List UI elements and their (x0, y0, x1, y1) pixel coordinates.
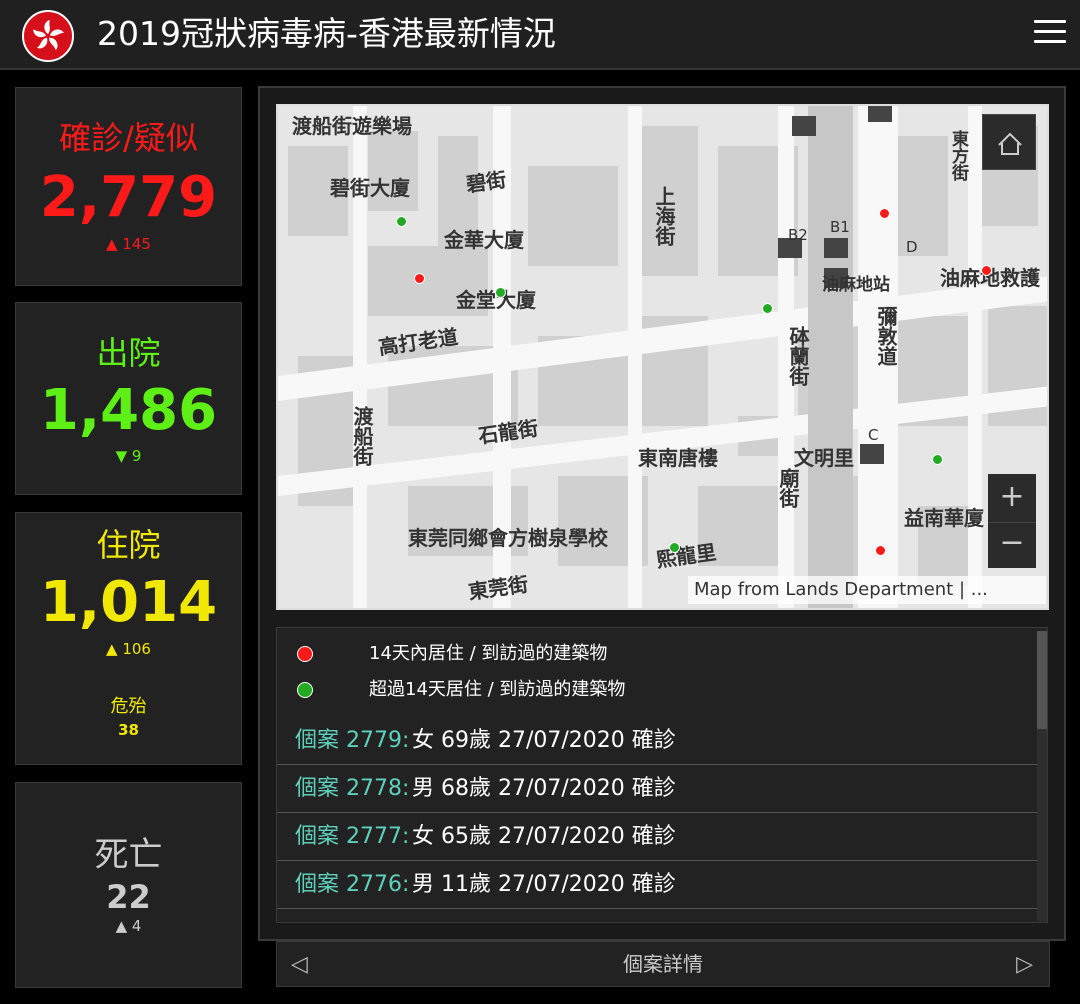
case-info: 男 11歲 27/07/2020 確診 (412, 872, 676, 897)
map-marker[interactable] (879, 208, 890, 219)
home-button[interactable] (982, 114, 1036, 170)
case-row[interactable]: 個案 2778: 男 68歲 27/07/2020 確診 (277, 766, 1037, 813)
discharged-delta: ▼ 9 (115, 447, 142, 465)
map-label: 金華大廈 (444, 228, 524, 252)
zoom-in-button[interactable]: + (988, 474, 1036, 522)
hospitalised-card: 住院 1,014 ▲ 106 危殆 38 (15, 512, 242, 765)
next-arrow-icon[interactable]: ▷ (1016, 952, 1033, 977)
zoom-out-button[interactable]: − (988, 522, 1036, 568)
app-header: 2019冠狀病毒病-香港最新情況 (0, 0, 1080, 70)
legend-text: 14天內居住 / 到訪過的建築物 (369, 643, 608, 664)
list-scroll-thumb[interactable] (1037, 631, 1047, 729)
legend-item: 超過14天居住 / 到訪過的建築物 (277, 676, 1037, 706)
map-view[interactable]: 渡船街遊樂場 碧街大廈 碧街 金華大廈 金堂大廈 高打老道 石龍街 渡船街 東南… (276, 104, 1049, 610)
case-number: 個案 2778: (295, 776, 410, 801)
map-label: 文明里 (794, 446, 854, 470)
deaths-label: 死亡 (94, 835, 163, 875)
map-marker[interactable] (875, 545, 886, 556)
map-label: 東莞同鄉會方樹泉學校 (408, 526, 608, 550)
map-label: 砵蘭街 (786, 326, 810, 386)
hospitalised-value: 1,014 (39, 570, 218, 635)
map-marker[interactable] (981, 265, 992, 276)
map-label: B2 (788, 226, 808, 244)
map-label: B1 (830, 218, 850, 236)
case-number: 個案 2779: (295, 728, 410, 753)
map-marker[interactable] (932, 454, 943, 465)
confirmed-delta: ▲ 145 (106, 235, 151, 253)
deaths-value: 22 (106, 878, 151, 916)
map-label: D (906, 238, 918, 256)
map-label: 益南華廈 (904, 506, 984, 530)
map-marker[interactable] (396, 216, 407, 227)
discharged-card: 出院 1,486 ▼ 9 (15, 302, 242, 495)
case-number: 個案 2777: (295, 824, 410, 849)
map-marker[interactable] (495, 287, 506, 298)
map-label: 碧街大廈 (330, 176, 410, 200)
attribution[interactable]: Map from Lands Department | ... (688, 576, 1046, 604)
legend-item: 14天內居住 / 到訪過的建築物 (277, 640, 1037, 670)
map-label: 廟街 (776, 468, 800, 508)
home-icon (998, 132, 1022, 155)
confirmed-label: 確診/疑似 (59, 119, 198, 157)
map-marker[interactable] (762, 303, 773, 314)
discharged-value: 1,486 (39, 378, 218, 443)
deaths-delta: ▲ 4 (115, 917, 142, 935)
case-row[interactable]: 個案 2777: 女 65歲 27/07/2020 確診 (277, 814, 1037, 861)
confirmed-value: 2,779 (39, 165, 218, 230)
map-label: 油麻地站 (822, 275, 890, 295)
case-row[interactable]: 個案 2779: 女 69歲 27/07/2020 確診 (277, 718, 1037, 765)
case-details-title: 個案詳情 (623, 952, 703, 976)
map-marker[interactable] (669, 542, 680, 553)
green-marker-icon (297, 682, 313, 698)
confirmed-card: 確診/疑似 2,779 ▲ 145 (15, 87, 242, 286)
map-label: 東南唐樓 (638, 446, 718, 470)
critical-value: 38 (118, 721, 139, 739)
hospitalised-label: 住院 (96, 526, 161, 564)
case-details-bar: ◁ 個案詳情 ▷ (276, 941, 1050, 987)
page-title: 2019冠狀病毒病-香港最新情況 (97, 14, 556, 53)
case-number: 個案 2776: (295, 872, 410, 897)
case-info: 女 69歲 27/07/2020 確診 (412, 728, 676, 753)
map-label: 渡船街 (350, 406, 374, 466)
map-label: 渡船街遊樂場 (292, 114, 412, 138)
legend-text: 超過14天居住 / 到訪過的建築物 (369, 679, 626, 700)
map-label: 東方街 (948, 130, 968, 181)
critical-label: 危殆 (110, 696, 147, 717)
case-list[interactable]: 14天內居住 / 到訪過的建築物 超過14天居住 / 到訪過的建築物 個案 27… (276, 627, 1048, 923)
map-label: C (868, 426, 879, 444)
discharged-label: 出院 (96, 334, 161, 372)
case-info: 女 65歲 27/07/2020 確診 (412, 824, 676, 849)
case-info: 男 68歲 27/07/2020 確診 (412, 776, 676, 801)
hksar-logo-icon (22, 10, 74, 62)
map-label: 碧街 (464, 167, 508, 197)
case-row[interactable]: 個案 2776: 男 11歲 27/07/2020 確診 (277, 862, 1037, 909)
deaths-card: 死亡 22 ▲ 4 (15, 782, 242, 988)
map-label: 彌敦道 (874, 306, 898, 366)
map-label: 上海街 (652, 186, 676, 246)
map-marker[interactable] (414, 273, 425, 284)
hospitalised-delta: ▲ 106 (106, 640, 151, 658)
red-marker-icon (297, 646, 313, 662)
hamburger-menu-icon[interactable] (1034, 18, 1066, 46)
